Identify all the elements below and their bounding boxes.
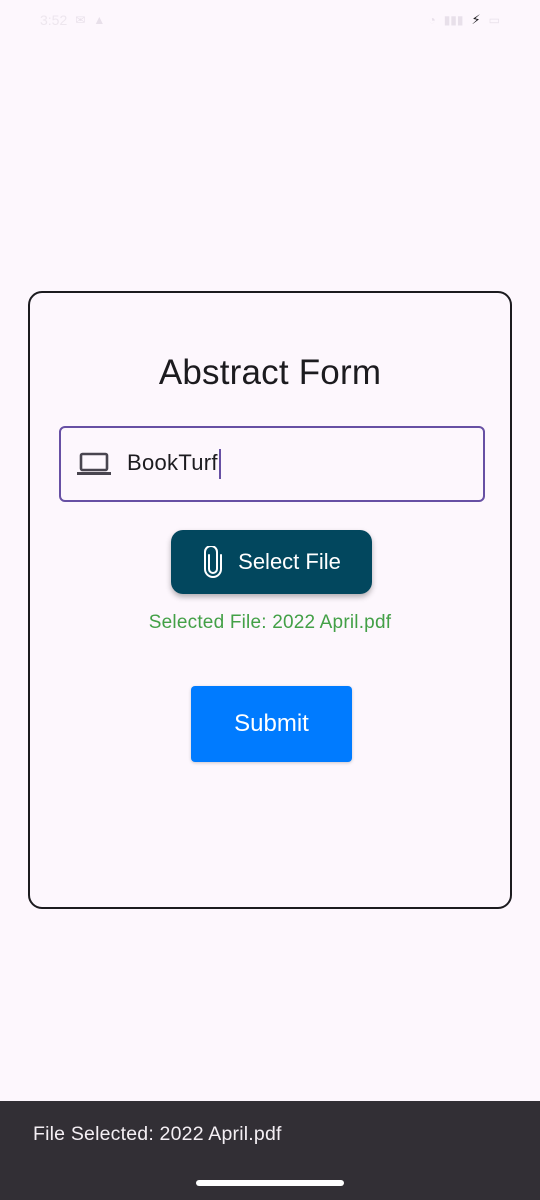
- notification-icon: ✉: [75, 13, 86, 27]
- battery-icon: ▭: [488, 13, 500, 27]
- select-file-label: Select File: [238, 549, 341, 574]
- abstract-text-field[interactable]: BookTurf: [59, 426, 485, 502]
- snackbar-message: File Selected: 2022 April.pdf: [33, 1123, 282, 1145]
- home-indicator[interactable]: [196, 1180, 344, 1186]
- status-bar: 3:52 ✉ ▲ ◔ ▮▮▮ ⚡ ▭: [0, 0, 540, 44]
- signal-icon: ▲: [93, 13, 106, 27]
- charging-icon: ⚡: [471, 12, 481, 27]
- selected-file-text: Selected File: 2022 April.pdf: [148, 612, 392, 633]
- form-title: Abstract Form: [158, 353, 382, 392]
- status-time: 3:52: [40, 12, 68, 28]
- abstract-form-card: Abstract Form BookTurf Select File Selec…: [28, 291, 512, 909]
- submit-button[interactable]: Submit: [191, 686, 352, 762]
- submit-label: Submit: [234, 710, 309, 737]
- status-left: 3:52 ✉ ▲: [40, 12, 105, 28]
- text-field-text: BookTurf: [127, 449, 218, 475]
- laptop-icon: [77, 452, 111, 475]
- text-field-value[interactable]: BookTurf: [127, 449, 221, 479]
- status-right: ◔ ▮▮▮ ⚡ ▭: [428, 12, 500, 28]
- cellular-icon: ▮▮▮: [443, 13, 464, 27]
- wifi-icon: ◔: [428, 13, 436, 27]
- paperclip-icon: [204, 546, 223, 578]
- select-file-button[interactable]: Select File: [171, 530, 372, 594]
- text-cursor: [218, 449, 221, 479]
